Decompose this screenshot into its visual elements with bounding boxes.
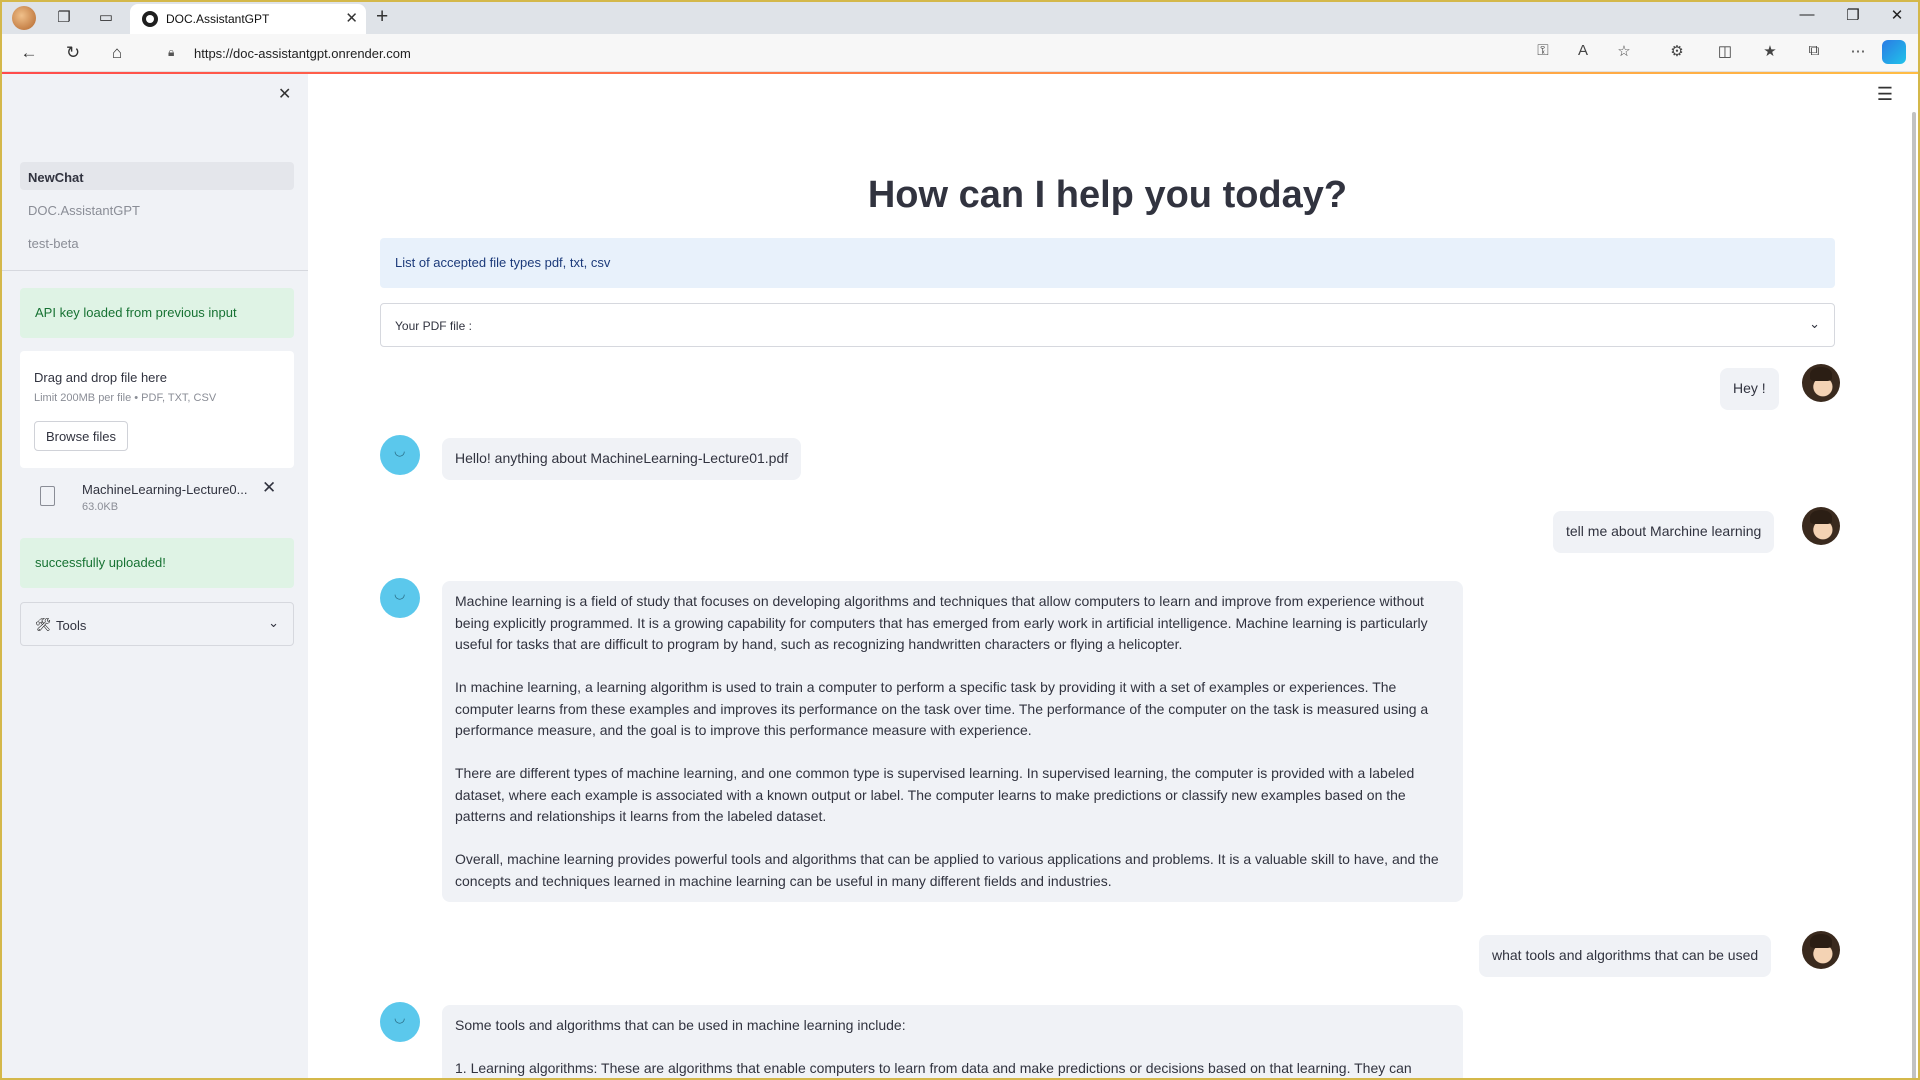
accepted-types-info: List of accepted file types pdf, txt, cs…	[380, 238, 1835, 288]
home-icon[interactable]: ⌂	[106, 42, 128, 64]
tab-actions-icon[interactable]: ▭	[96, 8, 116, 28]
assistant-avatar	[380, 1002, 420, 1042]
new-tab-icon[interactable]: +	[376, 5, 388, 29]
message-paragraph: Machine learning is a field of study tha…	[455, 593, 1428, 652]
file-icon	[40, 486, 55, 506]
key-icon[interactable]: ⚿	[1532, 42, 1554, 59]
main-menu-icon[interactable]: ☰	[1877, 84, 1893, 105]
refresh-icon[interactable]: ↻	[62, 42, 84, 64]
assistant-message: Machine learning is a field of study tha…	[442, 581, 1463, 902]
tools-label: Tools	[56, 618, 87, 633]
favorite-star-icon[interactable]: ☆	[1613, 42, 1635, 60]
browser-tab[interactable]: DOC.AssistantGPT ✕	[130, 4, 366, 34]
browse-files-button[interactable]: Browse files	[34, 421, 128, 451]
user-message: what tools and algorithms that can be us…	[1479, 935, 1772, 977]
chat-item-test-beta[interactable]: test-beta	[20, 228, 294, 256]
message-paragraph: In machine learning, a learning algorith…	[455, 679, 1429, 738]
tab-bar: ❐ ▭ DOC.AssistantGPT ✕ + — ❐ ✕	[2, 2, 1918, 34]
sidebar: ✕ NewChat DOC.AssistantGPT test-beta API…	[2, 74, 308, 1078]
minimize-icon[interactable]: —	[1792, 6, 1822, 23]
browser-window: ❐ ▭ DOC.AssistantGPT ✕ + — ❐ ✕ ← ↻ ⌂ 🔒︎ …	[0, 0, 1920, 1080]
message-paragraph: Overall, machine learning provides power…	[455, 851, 1439, 889]
tab-title: DOC.AssistantGPT	[166, 12, 270, 26]
copilot-icon[interactable]	[1882, 40, 1906, 64]
close-window-icon[interactable]: ✕	[1882, 6, 1912, 24]
pdf-file-expander[interactable]: Your PDF file : ⌄	[380, 303, 1835, 347]
user-avatar	[1802, 931, 1840, 969]
favorites-icon[interactable]: ★	[1759, 42, 1781, 60]
user-message: tell me about Marchine learning	[1553, 511, 1775, 553]
expander-label: Your PDF file :	[395, 319, 472, 333]
assistant-message: Some tools and algorithms that can be us…	[442, 1005, 1463, 1078]
remove-file-icon[interactable]: ✕	[262, 478, 276, 498]
chat-item-doc-assistantgpt[interactable]: DOC.AssistantGPT	[20, 195, 294, 223]
chevron-down-icon: ⌄	[268, 615, 279, 630]
message-paragraph: There are different types of machine lea…	[455, 765, 1415, 824]
back-icon[interactable]: ←	[18, 42, 40, 64]
more-options-icon[interactable]: ⋯	[1847, 42, 1869, 60]
assistant-message: Hello! anything about MachineLearning-Le…	[442, 438, 802, 480]
restore-icon[interactable]: ❐	[1838, 6, 1868, 24]
split-screen-icon[interactable]: ◫	[1714, 42, 1736, 60]
tools-expander[interactable]: 🛠︎ Tools ⌄	[20, 602, 294, 646]
main-content: ☰ How can I help you today? List of acce…	[308, 74, 1907, 1078]
lock-icon[interactable]: 🔒︎	[168, 45, 174, 60]
close-tab-icon[interactable]: ✕	[345, 9, 358, 27]
sidebar-divider	[2, 270, 308, 271]
assistant-avatar	[380, 578, 420, 618]
message-paragraph: Some tools and algorithms that can be us…	[455, 1017, 906, 1033]
url-field[interactable]: 🔒︎ https://doc-assistantgpt.onrender.com	[148, 39, 1648, 67]
dropzone-title: Drag and drop file here	[34, 370, 167, 385]
api-key-alert: API key loaded from previous input	[20, 288, 294, 338]
user-avatar	[1802, 364, 1840, 402]
hammer-wrench-icon: 🛠︎	[35, 617, 52, 632]
message-paragraph: 1. Learning algorithms: These are algori…	[455, 1060, 1412, 1076]
chat-item-newchat[interactable]: NewChat	[20, 162, 294, 190]
page-title: How can I help you today?	[867, 174, 1348, 216]
site-favicon-icon	[142, 11, 158, 27]
read-aloud-icon[interactable]: A	[1572, 42, 1594, 59]
upload-success-alert: successfully uploaded!	[20, 538, 294, 588]
collections-icon[interactable]: ⧉	[1803, 42, 1825, 59]
scrollbar-thumb[interactable]	[1912, 112, 1916, 1078]
assistant-avatar	[380, 435, 420, 475]
user-message: Hey !	[1720, 368, 1779, 410]
extensions-icon[interactable]: ⚙	[1666, 42, 1688, 60]
address-bar: ← ↻ ⌂ 🔒︎ https://doc-assistantgpt.onrend…	[2, 34, 1918, 72]
uploaded-file-name: MachineLearning-Lecture0...	[82, 482, 248, 497]
profile-avatar[interactable]	[12, 6, 36, 30]
close-sidebar-icon[interactable]: ✕	[278, 84, 291, 104]
user-avatar	[1802, 507, 1840, 545]
dropzone-limit: Limit 200MB per file • PDF, TXT, CSV	[34, 392, 217, 404]
uploaded-file-size: 63.0KB	[82, 501, 119, 513]
chevron-down-icon: ⌄	[1809, 316, 1820, 331]
workspaces-icon[interactable]: ❐	[54, 8, 74, 28]
url-text[interactable]: https://doc-assistantgpt.onrender.com	[194, 46, 411, 61]
file-uploader-dropzone[interactable]: Drag and drop file here Limit 200MB per …	[20, 351, 294, 468]
